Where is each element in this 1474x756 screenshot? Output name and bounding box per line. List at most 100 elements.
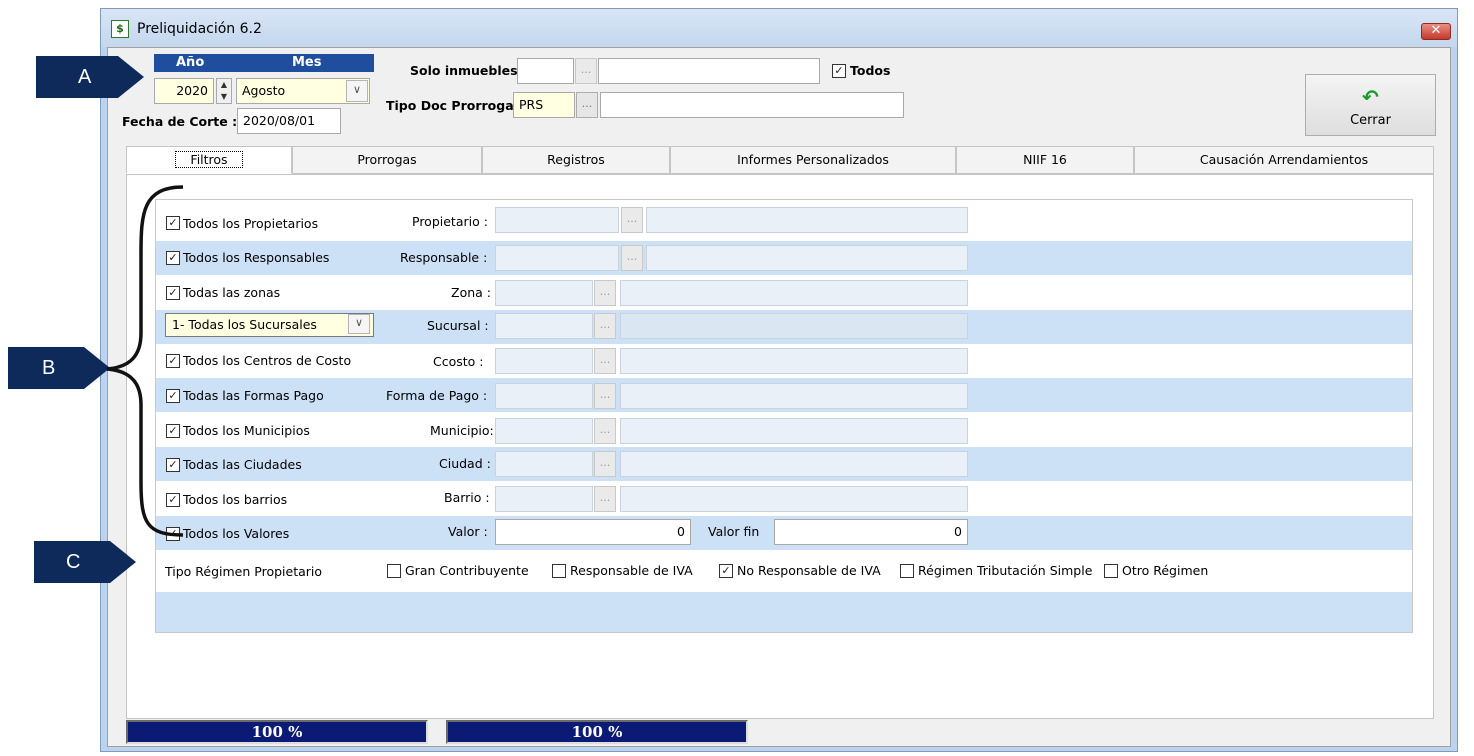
valores-check-label: Todos los Valores [183,526,290,541]
progress-bar-1: 100 % [126,720,428,744]
close-window-button[interactable]: ✕ [1421,23,1451,40]
tipo-doc-lookup-button[interactable]: ... [576,92,598,118]
filter-row-zonas: ✓ Todas las zonas Zona : ... [156,275,1412,309]
regimen-simple-label: Régimen Tributación Simple [918,563,1093,578]
sucursales-select[interactable]: 1- Todas los Sucursales [165,313,374,337]
ccosto-desc-field[interactable] [620,348,968,374]
filter-row-centros-costo: ✓ Todos los Centros de Costo Ccosto : ..… [156,344,1412,378]
tab-informes-personalizados[interactable]: Informes Personalizados [670,146,956,174]
responsable-code-field[interactable] [495,245,619,271]
year-spinner[interactable]: ▲ ▼ [216,78,232,104]
arrow-icon [118,56,144,98]
month-value: Agosto [242,83,286,98]
valor-field[interactable]: 0 [495,519,691,545]
zona-lookup-button[interactable]: ... [594,280,616,306]
tipo-doc-desc-field[interactable] [600,92,904,118]
sucursal-label: Sucursal : [427,318,489,333]
ciudad-desc-field[interactable] [620,451,968,477]
barrio-code-field[interactable] [495,486,593,512]
municipio-desc-field[interactable] [620,418,968,444]
formas-pago-check-label: Todas las Formas Pago [183,388,324,403]
ciudad-lookup-button[interactable]: ... [594,451,616,477]
filter-row-propietarios: ✓ Todos los Propietarios Propietario : .… [156,207,1412,241]
app-icon: $ [111,20,129,38]
progress-bar-2: 100 % [446,720,748,744]
tab-causacion-arrendamientos[interactable]: Causación Arrendamientos [1134,146,1434,174]
tipo-doc-label: Tipo Doc Prorroga : [386,98,523,113]
regimen-label: Tipo Régimen Propietario [165,564,323,579]
sucursal-lookup-button[interactable]: ... [594,313,616,339]
cerrar-label: Cerrar [1350,113,1391,128]
fecha-corte-label: Fecha de Corte : [122,114,238,129]
client-area: Año Mes 2020 ▲ ▼ Agosto ∨ Fecha de Corte… [107,47,1451,747]
responsable-desc-field[interactable] [646,245,968,271]
no-responsable-iva-label: No Responsable de IVA [737,563,881,578]
month-label: Mes [292,55,322,70]
chevron-down-icon[interactable]: ∨ [348,314,370,334]
todos-label: Todos [850,63,891,78]
regimen-simple-checkbox[interactable] [900,564,914,578]
valor-fin-field[interactable]: 0 [774,519,968,545]
spin-down-icon[interactable]: ▼ [217,91,231,103]
zona-code-field[interactable] [495,280,593,306]
solo-inmuebles-label: Solo inmuebles : [410,63,527,78]
solo-inmuebles-desc-field[interactable] [598,58,820,84]
forma-pago-label: Forma de Pago : [386,388,488,403]
cerrar-button[interactable]: ↶ Cerrar [1305,74,1436,136]
propietarios-check-label: Todos los Propietarios [183,216,319,231]
otro-regimen-checkbox[interactable] [1104,564,1118,578]
zona-desc-field[interactable] [620,280,968,306]
year-month-header: Año Mes [154,54,374,72]
filter-row-barrios: ✓ Todos los barrios Barrio : ... [156,481,1412,515]
filtros-panel: ✓ Todos los Propietarios Propietario : .… [126,174,1434,719]
propietario-lookup-button[interactable]: ... [621,207,643,233]
ccosto-lookup-button[interactable]: ... [594,348,616,374]
responsable-lookup-button[interactable]: ... [621,245,643,271]
no-responsable-iva-checkbox[interactable]: ✓ [719,564,733,578]
solo-inmuebles-lookup-button[interactable]: ... [575,58,597,84]
filter-row-municipios: ✓ Todos los Municipios Municipio: ... [156,413,1412,447]
sucursales-select-value: 1- Todas los Sucursales [172,317,317,332]
barrio-label: Barrio : [444,490,490,505]
solo-inmuebles-code-field[interactable] [517,58,574,84]
forma-pago-lookup-button[interactable]: ... [594,383,616,409]
fecha-corte-field[interactable]: 2020/08/01 [237,108,341,134]
municipio-lookup-button[interactable]: ... [594,418,616,444]
responsable-iva-checkbox[interactable] [552,564,566,578]
responsable-iva-label: Responsable de IVA [570,563,693,578]
window-title: Preliquidación 6.2 [137,21,262,37]
ciudad-code-field[interactable] [495,451,593,477]
filter-row-sucursales: 1- Todas los Sucursales ∨ Sucursal : ... [156,310,1412,344]
title-bar: $ Preliquidación 6.2 ✕ [101,9,1457,47]
year-field[interactable]: 2020 [154,78,214,104]
tab-niif-16[interactable]: NIIF 16 [956,146,1134,174]
sucursal-desc-field[interactable] [620,313,968,339]
filter-row-valores: ✓ Todos los Valores Valor : 0 Valor fin … [156,516,1412,550]
filters-grid: ✓ Todos los Propietarios Propietario : .… [155,199,1413,633]
tab-strip: Filtros Prorrogas Registros Informes Per… [126,146,1434,174]
todos-checkbox[interactable]: ✓ [832,64,846,78]
municipio-code-field[interactable] [495,418,593,444]
gran-contribuyente-checkbox[interactable] [387,564,401,578]
tipo-doc-code-field[interactable]: PRS [513,92,575,118]
ccosto-label: Ccosto : [433,354,484,369]
forma-pago-code-field[interactable] [495,383,593,409]
main-window: $ Preliquidación 6.2 ✕ Año Mes 2020 ▲ ▼ … [100,8,1458,752]
tab-registros[interactable]: Registros [482,146,670,174]
ciudad-label: Ciudad : [439,456,491,471]
municipios-check-label: Todos los Municipios [183,423,310,438]
sucursal-code-field[interactable] [495,313,593,339]
centros-costo-check-label: Todos los Centros de Costo [183,353,352,368]
tab-filtros[interactable]: Filtros [126,146,292,174]
barrio-desc-field[interactable] [620,486,968,512]
chevron-down-icon[interactable]: ∨ [346,80,368,102]
filter-row-responsables: ✓ Todos los Responsables Responsable : .… [156,241,1412,275]
tab-prorrogas[interactable]: Prorrogas [292,146,482,174]
propietario-desc-field[interactable] [646,207,968,233]
ccosto-code-field[interactable] [495,348,593,374]
zonas-check-label: Todas las zonas [183,285,281,300]
propietario-code-field[interactable] [495,207,619,233]
spin-up-icon[interactable]: ▲ [217,79,231,91]
forma-pago-desc-field[interactable] [620,383,968,409]
barrio-lookup-button[interactable]: ... [594,486,616,512]
